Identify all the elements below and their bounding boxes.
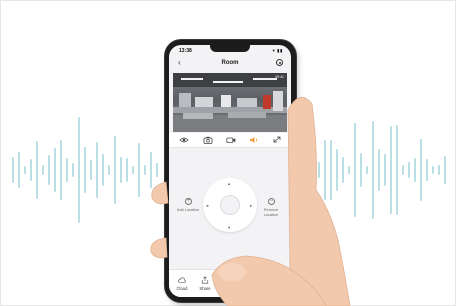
hand-graphic <box>150 96 351 306</box>
